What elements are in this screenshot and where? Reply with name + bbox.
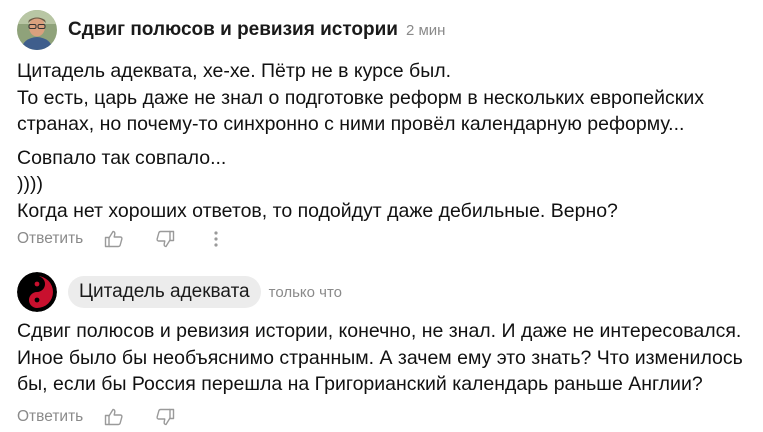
avatar[interactable] xyxy=(17,10,57,50)
author-name[interactable]: Сдвиг полюсов и ревизия истории xyxy=(68,19,398,41)
comment-actions: Ответить xyxy=(17,226,227,252)
timestamp: только что xyxy=(268,283,343,301)
comment-line: Сдвиг полюсов и ревизия истории, конечно… xyxy=(17,320,742,342)
avatar[interactable] xyxy=(17,272,57,312)
comment-line: Цитадель адеквата, хе-хе. Пётр не в курс… xyxy=(17,60,452,82)
author-name[interactable]: Цитадель адеквата xyxy=(68,276,261,308)
comment-line: Когда нет хороших ответов, то подойдут д… xyxy=(17,199,618,222)
comment-line: Иное было бы необъяснимо странным. А зач… xyxy=(17,346,743,369)
comment-line: бы, если бы Россия перешла на Григорианс… xyxy=(17,373,703,395)
reply-button[interactable]: Ответить xyxy=(17,408,83,426)
more-vertical-icon[interactable] xyxy=(205,228,227,250)
comment-header: Цитадель адеквата только что xyxy=(17,272,342,312)
comment-line: Совпало так совпало... xyxy=(17,146,227,169)
comment-line: То есть, царь даже не знал о подготовке … xyxy=(17,86,704,109)
comment-actions: Ответить xyxy=(17,404,176,430)
comment-text: Цитадель адеквата, хе-хе. Пётр не в курс… xyxy=(17,58,757,224)
thumbs-down-icon[interactable] xyxy=(154,228,176,250)
comment-line: )))) xyxy=(17,173,43,195)
comment-text: Сдвиг полюсов и ревизия истории, конечно… xyxy=(17,318,757,398)
thumbs-up-icon[interactable] xyxy=(103,406,125,428)
reply-button[interactable]: Ответить xyxy=(17,230,83,248)
timestamp: 2 мин xyxy=(405,21,446,39)
thumbs-up-icon[interactable] xyxy=(103,228,125,250)
comment-header: Сдвиг полюсов и ревизия истории 2 мин xyxy=(17,10,445,50)
comment-line: странах, но почему-то синхронно с ними п… xyxy=(17,113,685,135)
thumbs-down-icon[interactable] xyxy=(154,406,176,428)
